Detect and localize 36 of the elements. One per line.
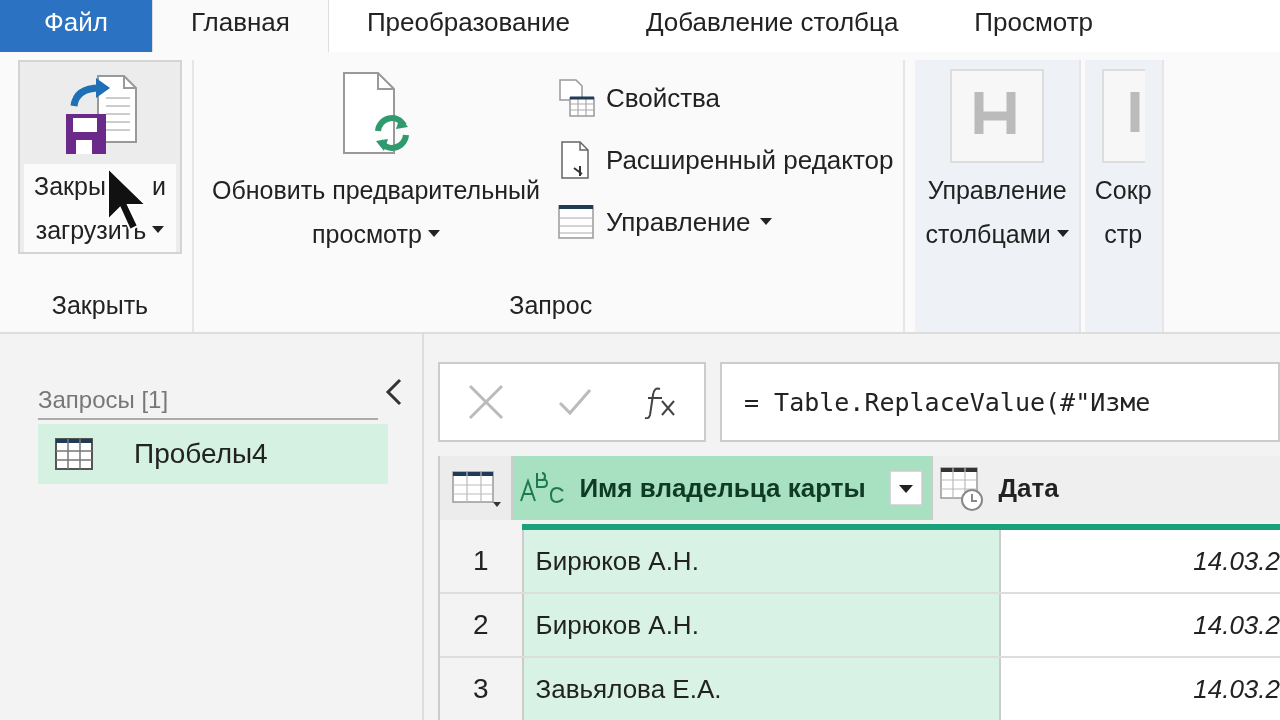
table-cell: Бирюков А.Н. xyxy=(523,530,1000,592)
table-icon xyxy=(555,202,596,242)
column-header[interactable]: Имя владельца карты xyxy=(513,456,931,520)
queries-title: Запросы [1] xyxy=(38,386,378,420)
table-menu-button[interactable] xyxy=(440,456,514,520)
table-cell: 14.03.2 xyxy=(999,594,1280,656)
group-label: Запрос xyxy=(509,290,593,320)
ribbon-button[interactable]: Сокр стр xyxy=(1090,60,1156,278)
ribbon-tab[interactable]: Просмотр xyxy=(936,0,1132,52)
date-time-icon xyxy=(938,464,985,512)
table-icon xyxy=(54,437,94,471)
ribbon-button[interactable]: Обновить предварительный просмотр xyxy=(208,60,544,278)
ribbon-tab[interactable]: Добавление столбца xyxy=(607,0,937,52)
column-header[interactable]: Дата xyxy=(930,456,1280,520)
ribbon-button[interactable]: Расширенный редактор xyxy=(555,140,894,180)
ribbon-button[interactable]: Закры и загрузить xyxy=(18,60,182,254)
table-cell: Завьялова Е.А. xyxy=(523,658,1000,720)
query-item[interactable]: Пробелы4 xyxy=(38,424,388,484)
rows-icon xyxy=(1101,68,1146,164)
ribbon-button[interactable]: Управление столбцами xyxy=(921,60,1073,278)
ribbon-tab[interactable]: Главная xyxy=(151,0,329,52)
formula-field[interactable]: = Table.ReplaceValue(#"Изме xyxy=(720,362,1280,442)
table-cell: 14.03.2 xyxy=(999,530,1280,592)
group-label: Закрыть xyxy=(51,290,149,320)
table-cell: Бирюков А.Н. xyxy=(523,594,1000,656)
columns-icon xyxy=(949,68,1046,164)
table-cell: 14.03.2 xyxy=(999,658,1280,720)
text-type-icon xyxy=(519,471,566,505)
filter-dropdown-icon[interactable] xyxy=(888,470,923,506)
check-icon[interactable] xyxy=(557,387,593,417)
ribbon-tab[interactable]: Преобразование xyxy=(328,0,608,52)
table-icon xyxy=(450,468,501,508)
collapse-icon[interactable] xyxy=(384,378,404,406)
ribbon-tab[interactable]: Файл xyxy=(0,0,152,52)
ribbon-button[interactable]: Свойства xyxy=(555,78,894,118)
ribbon-button[interactable]: Управление xyxy=(555,202,894,242)
